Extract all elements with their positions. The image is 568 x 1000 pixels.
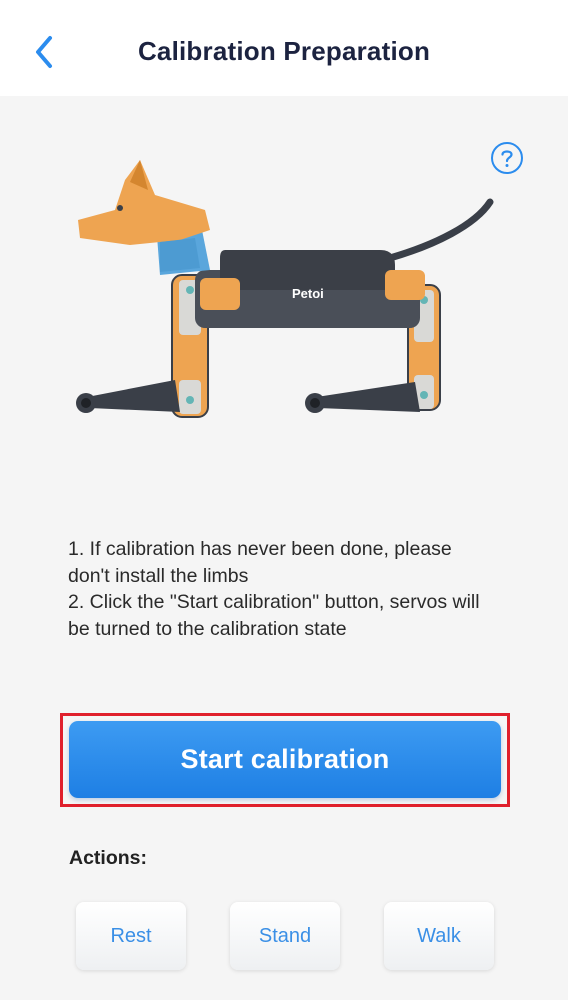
robot-dog-illustration: Petoi [76,160,494,418]
walk-button[interactable]: Walk [384,902,494,970]
page-title: Calibration Preparation [137,36,431,66]
instruction-step-2: 2. Click the "Start calibration" button,… [68,591,480,640]
header-bar: Calibration Preparation [0,0,568,96]
instruction-step-1: 1. If calibration has never been done, p… [68,538,452,587]
start-calibration-button[interactable]: Start calibration [69,721,501,798]
petoi-brand-text: Petoi [292,286,324,301]
rest-button[interactable]: Rest [76,902,186,970]
instructions: 1. If calibration has never been done, p… [68,536,488,642]
actions-label: Actions: [69,847,147,869]
stand-button[interactable]: Stand [230,902,340,970]
